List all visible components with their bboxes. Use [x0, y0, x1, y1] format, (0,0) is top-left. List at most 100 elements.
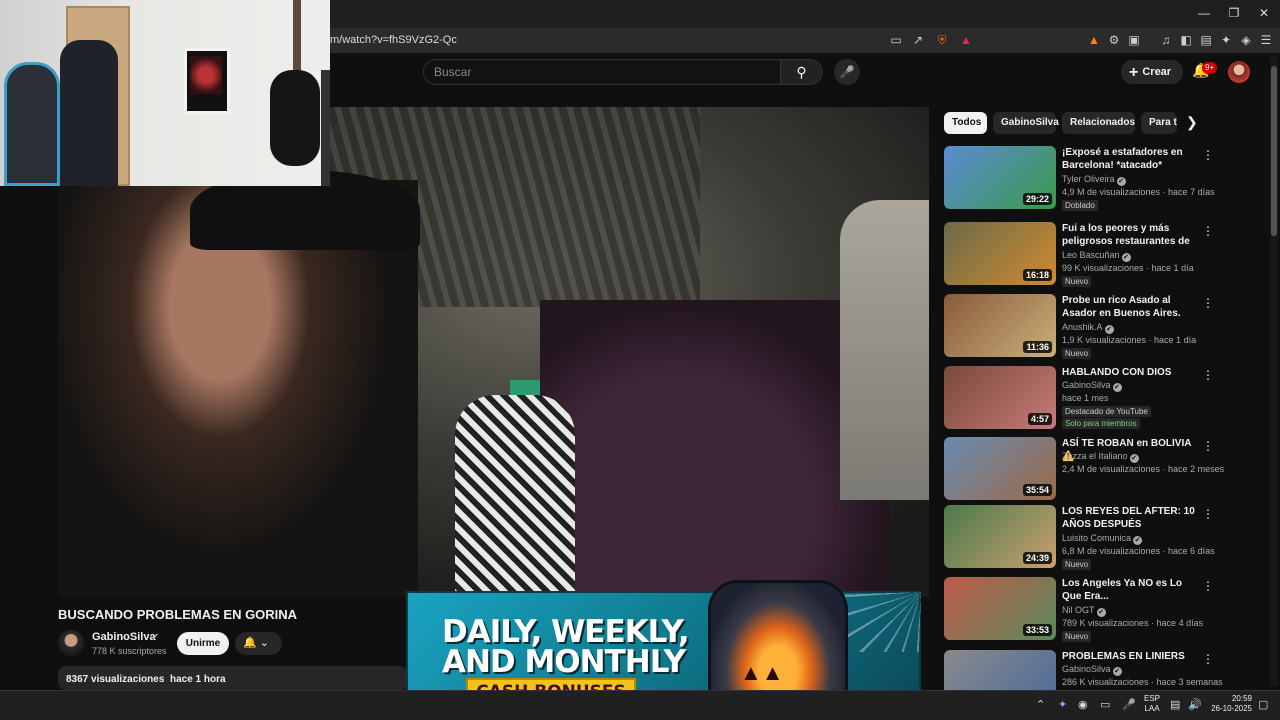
video-thumbnail[interactable]: 11:36 — [944, 294, 1056, 357]
input-language[interactable]: ESP LAA — [1144, 694, 1160, 714]
network-icon[interactable]: ▤ — [1170, 698, 1180, 711]
chevron-right-icon[interactable]: ❯ — [1186, 114, 1206, 134]
more-options-icon[interactable]: ⋮ — [1202, 148, 1214, 162]
webcam-chair — [4, 62, 60, 186]
channel-name[interactable]: GabinoSilva — [92, 631, 156, 643]
recommendation-title[interactable]: PROBLEMAS EN LINIERS — [1062, 650, 1202, 663]
recommendation-item[interactable]: 35:54 ASÍ TE ROBAN en BOLIVIA ⚠️ Zazza el … — [944, 437, 1224, 503]
recommendation-item[interactable]: 11:36 Probe un rico Asado al Asador en Bu… — [944, 294, 1214, 360]
tray-expand-icon[interactable]: ⌃ — [1036, 698, 1045, 711]
recommendation-item[interactable]: 16:18 Fui a los peores y más peligrosos r… — [944, 222, 1214, 288]
maximize-icon[interactable]: ❐ — [1226, 6, 1242, 22]
chevron-down-icon: ⌄ — [259, 637, 269, 649]
recommendation-channel[interactable]: Anushik.A ✔ — [1062, 322, 1114, 334]
tray-app-icon[interactable]: ✦ — [1058, 698, 1067, 711]
recommendation-channel[interactable]: GabinoSilva ✔ — [1062, 380, 1122, 392]
recommendation-item[interactable]: 29:22 ¡Exposé a estafadores en Barcelona!… — [944, 146, 1215, 212]
views-text: 8367 visualizaciones — [66, 674, 165, 685]
cast-icon[interactable]: ▭ — [888, 32, 904, 48]
create-button[interactable]: + Crear — [1121, 60, 1183, 84]
notification-preferences-button[interactable]: 🔔 ⌄ — [235, 632, 282, 655]
account-avatar[interactable] — [1228, 61, 1250, 83]
menu-icon[interactable]: ☰ — [1258, 32, 1274, 48]
recommendation-title[interactable]: HABLANDO CON DIOS — [1062, 366, 1202, 379]
webcam-coat — [60, 40, 118, 186]
recommendation-channel[interactable]: Luisito Comunica ✔ — [1062, 533, 1143, 545]
verified-icon: ✔ — [1096, 608, 1106, 617]
clock[interactable]: 20:59 26-10-2025 — [1210, 694, 1252, 714]
recommendation-badge: Nuevo — [1062, 348, 1092, 359]
sidebar-icon[interactable]: ◧ — [1178, 32, 1194, 48]
video-thumbnail[interactable]: 16:18 — [944, 222, 1056, 285]
share-icon[interactable]: ↗ — [910, 32, 926, 48]
recommendation-title[interactable]: Probe un rico Asado al Asador en Buenos … — [1062, 294, 1202, 320]
rewards-icon[interactable]: ▲ — [958, 32, 974, 48]
url-text[interactable]: m/watch?v=fhS9VzG2-Qc — [330, 34, 457, 46]
bell-icon: 🔔 — [243, 637, 257, 649]
extensions-icon[interactable]: ⚙ — [1106, 32, 1122, 48]
recommendation-item[interactable]: 24:39 LOS REYES DEL AFTER: 10 AÑOS DESPUÉ… — [944, 505, 1215, 571]
channel-avatar[interactable] — [58, 630, 84, 656]
voice-search-button[interactable]: 🎤 — [834, 59, 860, 85]
wallet-icon[interactable]: ▤ — [1198, 32, 1214, 48]
extension-flame-icon[interactable]: ▲ — [1086, 32, 1102, 48]
video-thumbnail[interactable]: 33:53 — [944, 577, 1056, 640]
search-button[interactable]: ⚲ — [781, 59, 823, 85]
video-thumbnail[interactable]: 24:39 — [944, 505, 1056, 568]
video-thumbnail[interactable]: 35:54 — [944, 437, 1056, 500]
recommendation-channel[interactable]: Tyler Oliveira ✔ — [1062, 174, 1126, 186]
leo-ai-icon[interactable]: ✦ — [1218, 32, 1234, 48]
join-button[interactable]: Unirme — [177, 632, 229, 655]
recommendation-badge: Nuevo — [1062, 276, 1092, 287]
more-options-icon[interactable]: ⋮ — [1202, 296, 1214, 310]
channel-name-text: GabinoSilva — [1062, 380, 1111, 390]
scrollbar-thumb[interactable] — [1271, 66, 1277, 236]
recommendation-title[interactable]: ¡Exposé a estafadores en Barcelona! *ata… — [1062, 146, 1202, 172]
music-icon[interactable]: ♫ — [1158, 32, 1174, 48]
verified-icon: ✔ — [1112, 383, 1122, 392]
recommendation-title[interactable]: Los Angeles Ya NO es Lo Que Era... — [1062, 577, 1202, 603]
vpn-icon[interactable]: ◈ — [1238, 32, 1254, 48]
recommendation-title[interactable]: LOS REYES DEL AFTER: 10 AÑOS DESPUÉS — [1062, 505, 1202, 531]
close-icon[interactable]: ✕ — [1256, 6, 1272, 22]
brave-shield-icon[interactable]: ⛨ — [934, 32, 950, 48]
recommendation-title[interactable]: Fui a los peores y más peligrosos restau… — [1062, 222, 1202, 248]
recommendation-item[interactable]: 4:57 HABLANDO CON DIOS GabinoSilva ✔ hace 1 … — [944, 366, 1214, 432]
minimize-icon[interactable]: — — [1196, 6, 1212, 22]
chip-all[interactable]: Todos — [944, 112, 987, 134]
more-options-icon[interactable]: ⋮ — [1202, 507, 1214, 521]
recommendation-meta: 4,9 M de visualizaciones · hace 7 días — [1062, 187, 1215, 197]
steam-icon[interactable]: ◉ — [1078, 698, 1088, 711]
more-options-icon[interactable]: ⋮ — [1202, 224, 1214, 238]
recommendation-channel[interactable]: GabinoSilva ✔ — [1062, 664, 1122, 676]
recommendation-item[interactable]: 33:53 Los Angeles Ya NO es Lo Que Era... N… — [944, 577, 1214, 643]
screenshot-icon[interactable]: ▣ — [1126, 32, 1142, 48]
pumpkin-face-icon: ▲▲ — [740, 660, 784, 685]
display-icon[interactable]: ▭ — [1100, 698, 1110, 711]
spider-web-decoration — [845, 592, 921, 652]
channel-name-text: Luisito Comunica — [1062, 533, 1132, 543]
notification-center-icon[interactable]: ▢ — [1258, 698, 1268, 711]
volume-icon[interactable]: 🔊 — [1188, 698, 1202, 711]
chip-related[interactable]: Relacionados — [1062, 112, 1135, 134]
more-options-icon[interactable]: ⋮ — [1202, 579, 1214, 593]
recommendation-channel[interactable]: Zazza el Italiano ✔ — [1062, 451, 1139, 463]
plus-icon: + — [1129, 64, 1139, 81]
more-options-icon[interactable]: ⋮ — [1202, 368, 1214, 382]
members-only-badge: Solo para miembros — [1062, 418, 1140, 429]
recommendation-channel[interactable]: Nil OGT ✔ — [1062, 605, 1106, 617]
more-options-icon[interactable]: ⋮ — [1202, 439, 1214, 453]
duration-badge: 16:18 — [1022, 269, 1052, 281]
recommendation-badge: Nuevo — [1062, 559, 1092, 570]
more-options-icon[interactable]: ⋮ — [1202, 652, 1214, 666]
recommendation-badge: Doblado — [1062, 200, 1098, 211]
video-thumbnail[interactable]: 29:22 — [944, 146, 1056, 209]
video-thumbnail[interactable]: 4:57 — [944, 366, 1056, 429]
search-input[interactable]: Buscar — [423, 59, 781, 85]
create-label: Crear — [1142, 66, 1172, 78]
recommendation-channel[interactable]: Leo Bascuñan ✔ — [1062, 250, 1131, 262]
chip-for-you[interactable]: Para ti — [1141, 112, 1177, 134]
channel-name-text: Nil OGT — [1062, 605, 1095, 615]
microphone-tray-icon[interactable]: 🎤 — [1122, 698, 1136, 711]
chip-gabinosilva[interactable]: GabinoSilva — [993, 112, 1059, 134]
